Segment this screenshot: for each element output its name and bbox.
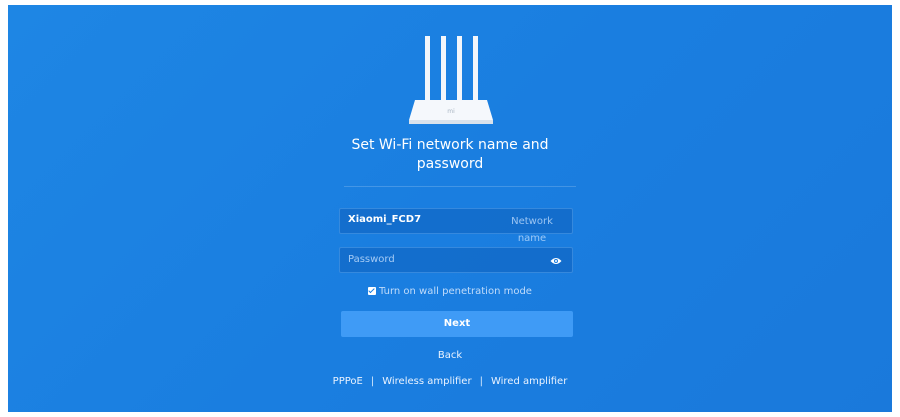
page-title-line-2: password [416,156,484,172]
router-icon: mi [409,36,493,124]
network-name-field[interactable]: Xiaomi_FCD7 Network name [339,208,573,244]
pppoe-link[interactable]: PPPoE [333,376,363,387]
next-button[interactable]: Next [341,311,573,337]
network-name-hint-line-1: Network [511,216,553,227]
wireless-amplifier-link[interactable]: Wireless amplifier [382,376,471,387]
wall-penetration-option[interactable]: Turn on wall penetration mode [8,286,892,297]
connection-mode-links: PPPoE | Wireless amplifier | Wired amplifier [8,376,892,387]
network-name-hint: Network name [500,213,564,247]
wired-amplifier-link[interactable]: Wired amplifier [491,376,567,387]
link-separator: | [479,376,483,387]
wall-penetration-label: Turn on wall penetration mode [379,286,532,297]
password-field[interactable]: Password [339,247,573,273]
checkbox-checked-icon[interactable] [368,287,377,295]
router-logo: mi [447,108,455,115]
eye-icon[interactable] [550,256,562,266]
network-name-value: Xiaomi_FCD7 [348,214,422,225]
page-title: Set Wi-Fi network name and password [8,136,892,174]
link-separator: | [370,376,375,387]
network-name-hint-line-2: name [517,233,547,244]
page-title-line-1: Set Wi-Fi network name and [351,137,549,153]
divider [344,186,576,187]
setup-screen: mi Set Wi-Fi network name and password X… [8,5,892,412]
password-placeholder: Password [348,254,395,265]
back-link[interactable]: Back [8,350,892,361]
